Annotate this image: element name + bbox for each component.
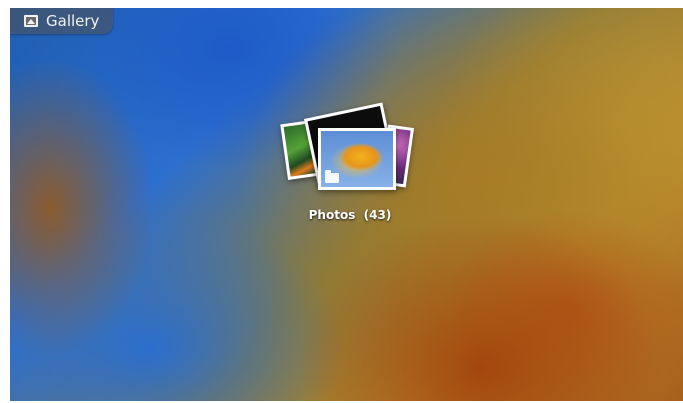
album-photos[interactable]: Photos (43) (280, 102, 420, 229)
gallery-icon (24, 15, 38, 27)
screen-background: Gallery Photos (43) (10, 8, 683, 401)
app-title: Gallery (46, 12, 100, 30)
folder-icon (325, 170, 339, 183)
album-thumbnail-front (318, 128, 396, 190)
album-label: Photos (43) (308, 208, 392, 222)
app-titlebar[interactable]: Gallery (10, 8, 114, 34)
